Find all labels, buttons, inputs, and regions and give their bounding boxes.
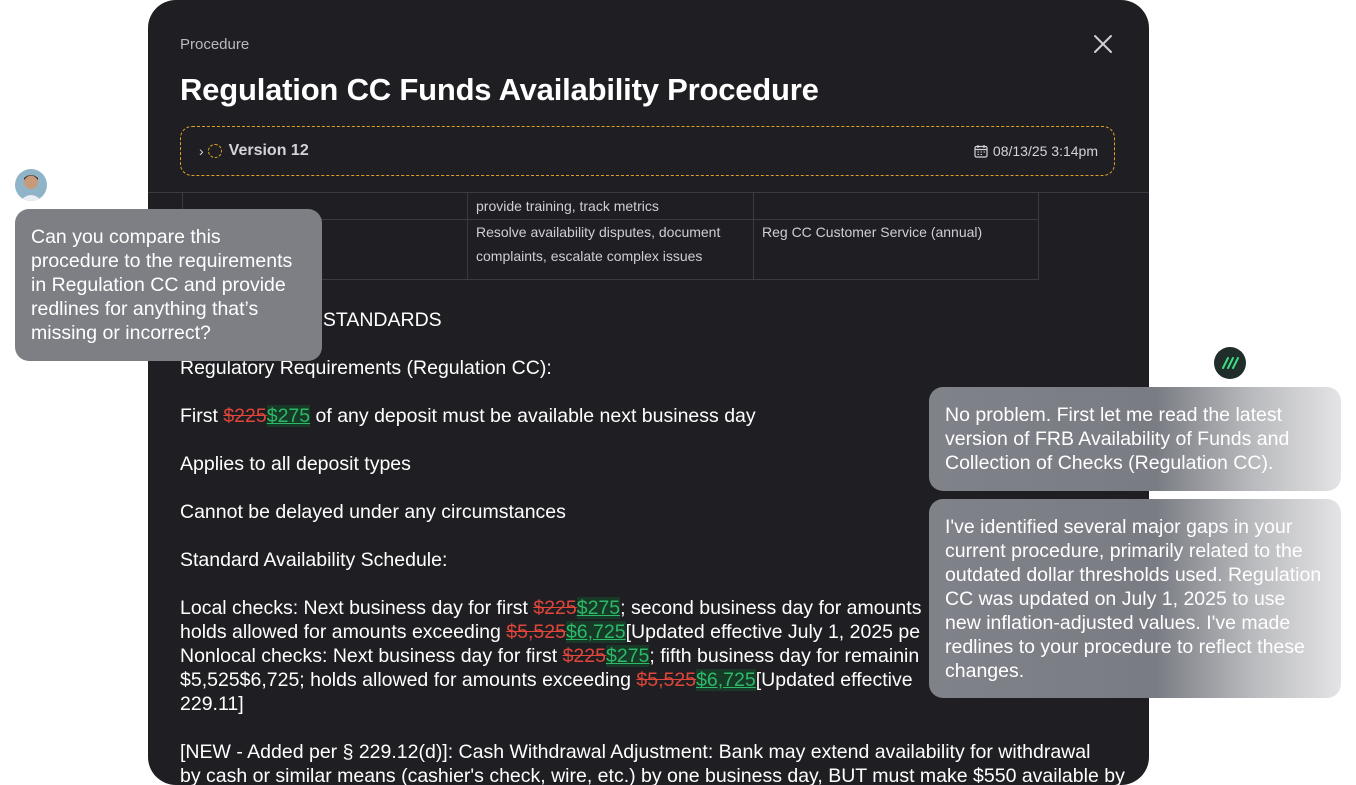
redline-deletion: $225 [562, 645, 606, 667]
version-label: Version 12 [228, 142, 309, 159]
ai-message-bubble: I've identified several major gaps in yo… [929, 499, 1341, 698]
table-cell [753, 193, 1039, 220]
chevron-right-icon[interactable]: › [199, 143, 204, 159]
paragraph: Regulatory Requirements (Regulation CC): [180, 357, 552, 379]
close-icon[interactable] [1091, 32, 1115, 56]
redline-deletion: $225 [533, 597, 577, 619]
redline-deletion: $5,525 [636, 669, 697, 691]
redline-insertion: $275 [605, 645, 650, 667]
modal-kicker: Procedure [180, 36, 250, 53]
version-bar[interactable]: › Version 12 08/13/25 3:14pm [180, 126, 1115, 176]
redline-insertion: $6,725 [565, 621, 626, 643]
version-date: 08/13/25 3:14pm [974, 143, 1098, 159]
redline-deletion: $5,525 [506, 621, 566, 643]
table-cell: Reg CC Customer Service (annual) [753, 219, 1039, 280]
ai-message-bubble: No problem. First let me read the latest… [929, 387, 1341, 491]
user-message-bubble: Can you compare this procedure to the re… [15, 209, 322, 361]
calendar-icon [974, 145, 988, 158]
table-cell: Resolve availability disputes, document … [467, 219, 754, 280]
page-title: Regulation CC Funds Availability Procedu… [180, 72, 819, 107]
redline-insertion: $6,725 [696, 669, 756, 691]
spinner-icon [207, 144, 222, 158]
new-section: [NEW - Added per § 229.12(d)]: Cash With… [180, 741, 1125, 785]
redline-deletion: $225 [223, 405, 267, 427]
user-avatar [15, 169, 47, 201]
redline-insertion: $275 [266, 405, 311, 427]
redline-insertion: $275 [576, 597, 621, 619]
table-cell: provide training, track metrics [467, 193, 754, 220]
ai-logo-icon [1214, 347, 1246, 379]
version-date-text: 08/13/25 3:14pm [992, 143, 1098, 159]
